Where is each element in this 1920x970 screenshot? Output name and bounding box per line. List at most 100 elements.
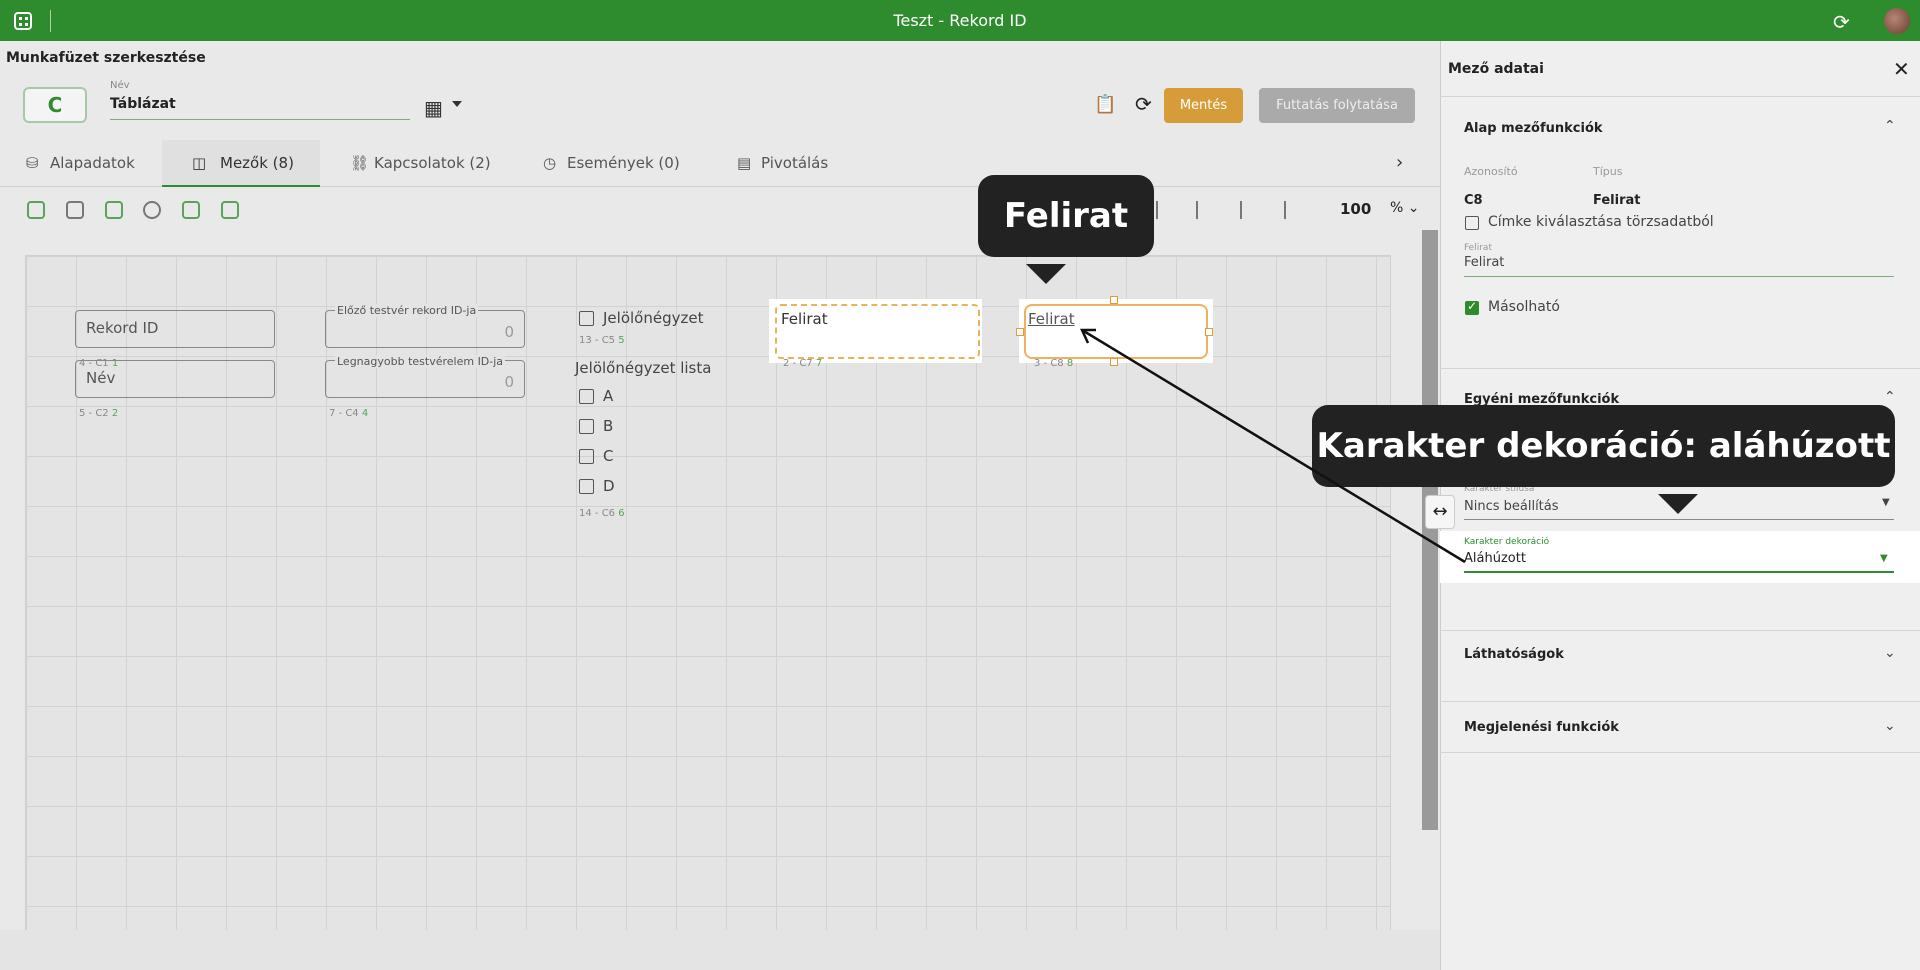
dekor-select[interactable]: Aláhúzott bbox=[1464, 551, 1526, 566]
refresh-icon[interactable]: ⟳ bbox=[1833, 10, 1850, 34]
name-field[interactable]: Táblázat bbox=[110, 96, 410, 120]
panel-title: Mező adatai bbox=[1448, 61, 1544, 77]
frame-icon[interactable] bbox=[66, 201, 84, 219]
id-value: C8 bbox=[1464, 193, 1483, 208]
section-display[interactable]: Megjelenési funkciók bbox=[1464, 720, 1619, 735]
tab-label: Mezők (8) bbox=[220, 154, 294, 172]
page-title: Munkafüzet szerkesztése bbox=[6, 50, 206, 66]
fields-icon: ◫ bbox=[192, 154, 207, 172]
table-icon[interactable] bbox=[182, 201, 200, 219]
felirat-input-label: Felirat bbox=[1464, 243, 1492, 253]
id-label: Azonosító bbox=[1464, 165, 1518, 178]
stilus-select[interactable]: Nincs beállítás bbox=[1464, 499, 1559, 514]
zoom-unit: % bbox=[1390, 200, 1404, 216]
field-meta: 3 - C8 8 bbox=[1034, 358, 1074, 369]
grid-icon[interactable]: ▦ bbox=[424, 96, 443, 120]
resize-handle[interactable] bbox=[1205, 328, 1213, 336]
tab-alapadatok[interactable]: ⛁ Alapadatok bbox=[22, 140, 162, 187]
title-bar: Teszt - Rekord ID ⟳ bbox=[0, 0, 1920, 41]
close-icon[interactable]: ✕ bbox=[1893, 57, 1910, 81]
chevron-up-icon[interactable]: ⌃ bbox=[1884, 118, 1896, 134]
section-visibility[interactable]: Láthatóságok bbox=[1464, 647, 1564, 662]
field-meta: 7 - C4 4 bbox=[329, 408, 369, 419]
add-field-icon[interactable] bbox=[27, 201, 45, 219]
nev-field[interactable]: Név bbox=[75, 360, 275, 398]
checkbox-d[interactable] bbox=[579, 479, 594, 494]
connections-icon: ⛓ bbox=[350, 154, 370, 172]
field-meta: 2 - C7 7 bbox=[783, 358, 823, 369]
caret-down-icon[interactable]: ▼ bbox=[1882, 497, 1890, 508]
tab-esemenyek[interactable]: ◷ Események (0) bbox=[539, 140, 699, 187]
felirat-c7[interactable]: Felirat bbox=[775, 304, 980, 359]
field-meta: 5 - C2 2 bbox=[79, 408, 119, 419]
chevron-down-icon[interactable]: ⌄ bbox=[1884, 645, 1896, 661]
distribute-icon[interactable] bbox=[1240, 201, 1256, 219]
database-icon: ⛁ bbox=[26, 154, 39, 172]
tab-label: Események (0) bbox=[567, 154, 680, 172]
tab-label: Alapadatok bbox=[50, 154, 135, 172]
chevron-down-icon[interactable]: ⌄ bbox=[1884, 718, 1896, 734]
checkbox-c[interactable] bbox=[579, 449, 594, 464]
name-label: Név bbox=[110, 80, 130, 91]
felirat-input[interactable]: Felirat bbox=[1464, 255, 1504, 270]
cimke-checkbox[interactable] bbox=[1465, 216, 1479, 230]
save-button[interactable]: Mentés bbox=[1164, 88, 1243, 123]
felirat-c8[interactable]: Felirat bbox=[1024, 304, 1208, 359]
id-icon[interactable] bbox=[221, 201, 239, 219]
callout-felirat: Felirat bbox=[978, 175, 1154, 257]
checkbox-b-label: B bbox=[603, 417, 614, 435]
tab-pivotalas[interactable]: ▤ Pivotálás bbox=[733, 140, 873, 187]
workbook-logo[interactable]: C bbox=[23, 87, 87, 123]
divider bbox=[1440, 701, 1920, 702]
align-left-icon[interactable] bbox=[1156, 201, 1172, 219]
chevron-up-icon[interactable]: ⌃ bbox=[1884, 389, 1896, 405]
tag-icon[interactable] bbox=[105, 201, 123, 219]
align-middle-icon[interactable] bbox=[1284, 201, 1300, 219]
divider bbox=[1440, 752, 1920, 753]
checkbox-label: Jelölőnégyzet bbox=[603, 309, 704, 327]
type-label: Típus bbox=[1593, 165, 1623, 178]
canvas-scrollbar[interactable] bbox=[1422, 230, 1438, 830]
callout-pointer bbox=[1658, 494, 1698, 514]
resize-horizontal-icon[interactable]: ↔ bbox=[1425, 495, 1455, 529]
window-title: Teszt - Rekord ID bbox=[893, 11, 1027, 30]
checkbox[interactable] bbox=[579, 311, 594, 326]
reload-icon[interactable]: ⟳ bbox=[1135, 92, 1152, 116]
field-legend: Legnagyobb testvérelem ID-ja bbox=[335, 355, 506, 368]
checkbox-b[interactable] bbox=[579, 419, 594, 434]
chevron-down-icon[interactable] bbox=[452, 101, 462, 107]
avatar[interactable] bbox=[1884, 8, 1910, 34]
resize-handle[interactable] bbox=[1110, 358, 1118, 366]
zoom-unit-select[interactable]: % ⌄ bbox=[1390, 200, 1420, 216]
callout-dekoracio: Karakter dekoráció: aláhúzott bbox=[1312, 405, 1895, 487]
field-value: 0 bbox=[504, 373, 514, 391]
chevron-right-icon[interactable]: › bbox=[1396, 152, 1403, 173]
checkbox-list-label: Jelölőnégyzet lista bbox=[575, 359, 712, 377]
align-top-icon[interactable] bbox=[1196, 201, 1212, 219]
caret-down-icon[interactable]: ▼ bbox=[1880, 553, 1888, 564]
type-value: Felirat bbox=[1593, 193, 1641, 208]
alert-icon[interactable] bbox=[143, 201, 161, 219]
clipboard-icon[interactable]: 📋 bbox=[1094, 94, 1116, 115]
rekord-id-field[interactable]: Rekord ID bbox=[75, 310, 275, 348]
section-basic[interactable]: Alap mezőfunkciók bbox=[1464, 121, 1603, 136]
continue-run-button[interactable]: Futtatás folytatása bbox=[1259, 88, 1415, 123]
field-meta: 14 - C6 6 bbox=[579, 508, 625, 519]
field-legend: Előző testvér rekord ID-ja bbox=[335, 304, 479, 317]
checkbox-c-label: C bbox=[603, 447, 614, 465]
masolhato-checkbox[interactable] bbox=[1465, 299, 1479, 315]
resize-handle[interactable] bbox=[1016, 328, 1024, 336]
resize-handle[interactable] bbox=[1110, 296, 1118, 304]
field-value: 0 bbox=[504, 323, 514, 341]
field-meta: 13 - C5 5 bbox=[579, 335, 625, 346]
checkbox-d-label: D bbox=[603, 477, 615, 495]
zoom-value[interactable]: 100 bbox=[1340, 200, 1371, 218]
checkbox-a[interactable] bbox=[579, 389, 594, 404]
tab-label: Kapcsolatok (2) bbox=[374, 154, 491, 172]
tab-kapcsolatok[interactable]: ⛓ Kapcsolatok (2) bbox=[346, 140, 506, 187]
tab-mezok[interactable]: ◫ Mezők (8) bbox=[162, 140, 320, 187]
pivot-icon: ▤ bbox=[737, 154, 752, 172]
divider bbox=[1440, 96, 1920, 97]
divider bbox=[1440, 630, 1920, 631]
dekor-label: Karakter dekoráció bbox=[1464, 537, 1550, 547]
